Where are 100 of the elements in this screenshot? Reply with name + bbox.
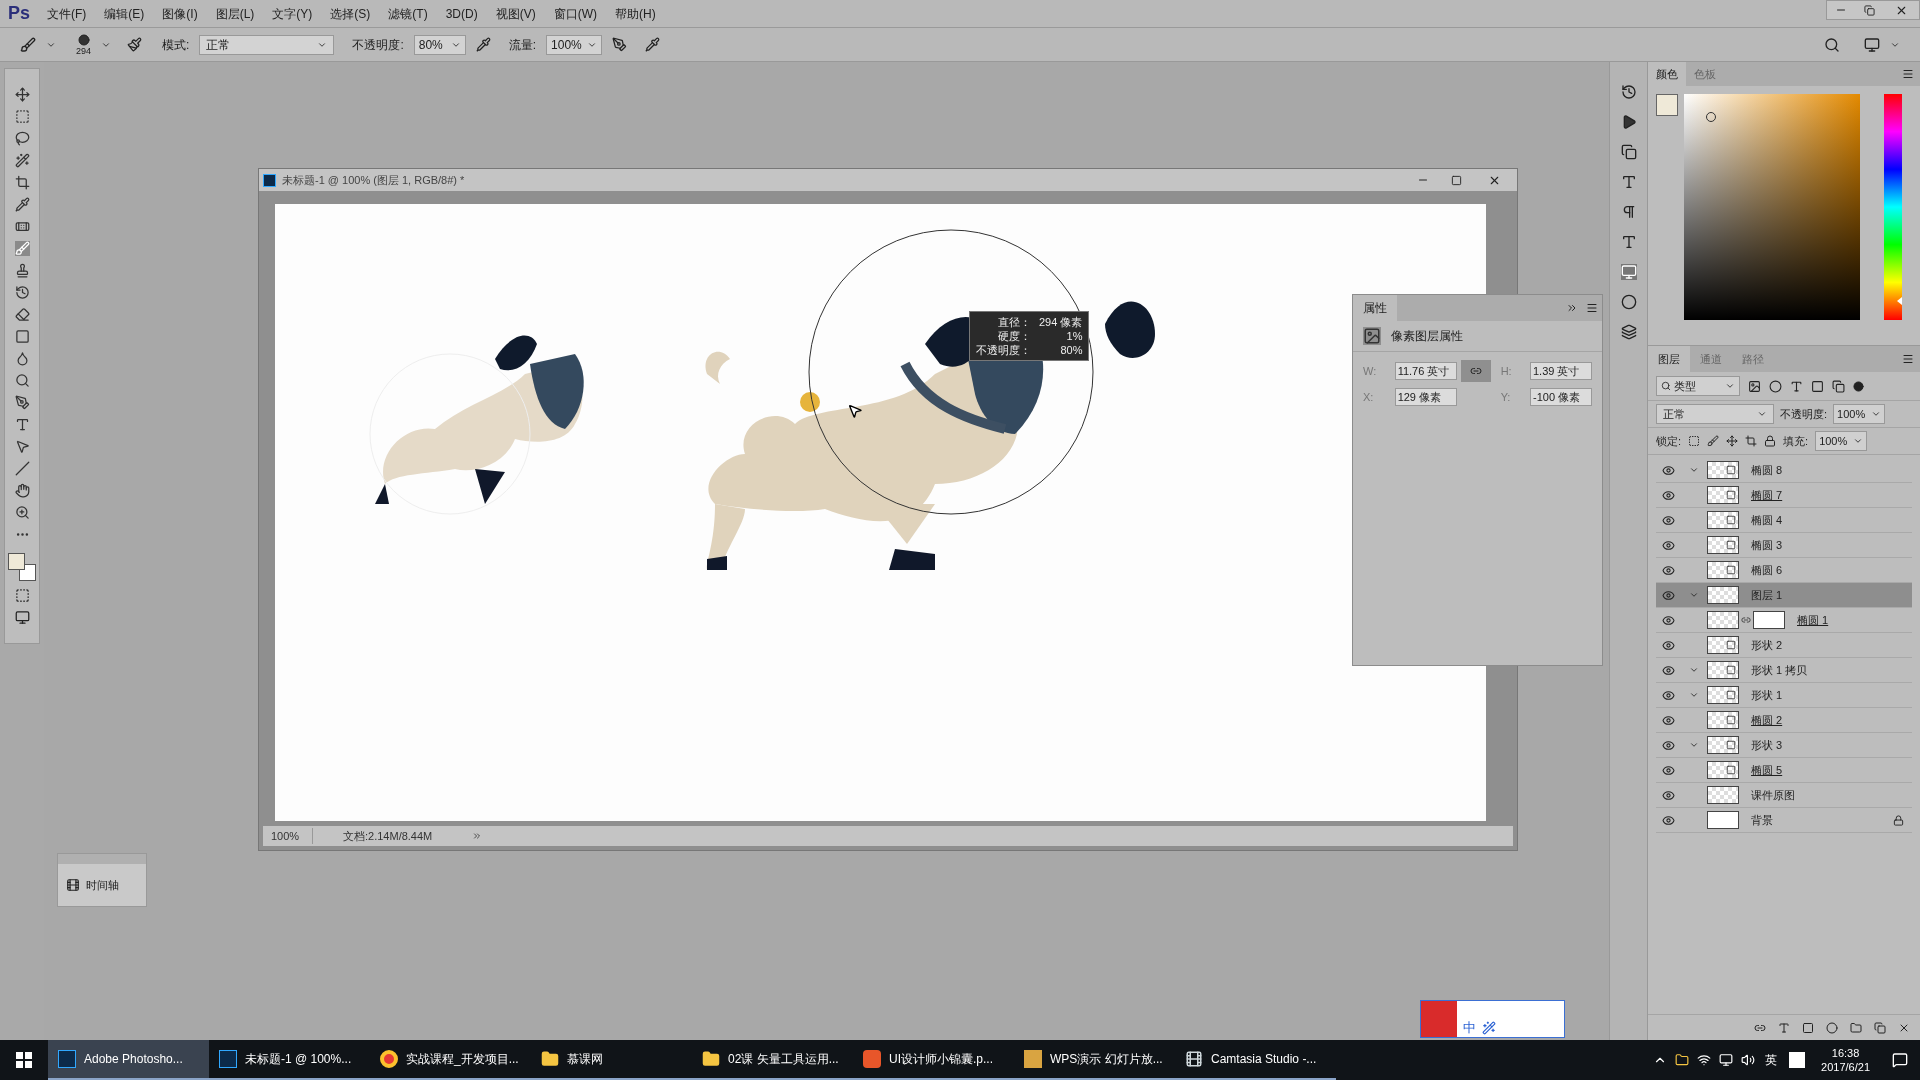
menu-item[interactable]: 图像(I) — [153, 4, 207, 23]
lock-pixels-icon[interactable] — [1688, 435, 1701, 447]
layer-row[interactable]: 椭圆 5 — [1656, 758, 1912, 783]
zoom-icon[interactable] — [14, 505, 30, 520]
menu-item[interactable]: 文字(Y) — [263, 4, 322, 23]
lasso-icon[interactable] — [14, 131, 30, 146]
notifications-icon[interactable] — [1892, 1052, 1908, 1068]
menu-item[interactable]: 编辑(E) — [95, 4, 154, 23]
layer-row[interactable]: 椭圆 3 — [1656, 533, 1912, 558]
link-icon[interactable] — [1460, 360, 1491, 382]
taskbar-item[interactable]: WPS演示 幻灯片放... — [1014, 1040, 1175, 1080]
visibility-icon[interactable] — [1662, 738, 1675, 752]
visibility-icon[interactable] — [1662, 788, 1675, 802]
styles-icon[interactable] — [1620, 324, 1637, 340]
eraser-icon[interactable] — [14, 307, 30, 322]
timeline-panel[interactable]: 时间轴 — [57, 853, 147, 907]
menu-item[interactable]: 视图(V) — [486, 4, 545, 23]
history-brush-icon[interactable] — [14, 285, 30, 300]
hue-slider-thumb[interactable] — [1897, 296, 1902, 305]
adjustment-icon[interactable] — [1769, 379, 1782, 393]
collapse-icon[interactable] — [1566, 302, 1578, 314]
crop-icon[interactable] — [14, 175, 30, 190]
volume-icon[interactable] — [1741, 1053, 1756, 1067]
visibility-icon[interactable] — [1662, 488, 1675, 502]
layer-row[interactable]: 形状 3 — [1656, 733, 1912, 758]
screen-mode-icon[interactable] — [14, 610, 30, 625]
input-field[interactable]: 11.76 英寸 — [1394, 362, 1457, 380]
visibility-icon[interactable] — [1662, 763, 1675, 777]
layer-row[interactable]: 形状 1 — [1656, 683, 1912, 708]
tray-app-icon[interactable] — [1719, 1053, 1734, 1067]
panel-menu-icon[interactable] — [1586, 302, 1598, 314]
taskbar-item[interactable]: 实战课程_开发项目... — [370, 1040, 531, 1080]
panel-tab[interactable]: 属性 — [1353, 295, 1397, 321]
taskbar-item[interactable]: Adobe Photosho... — [48, 1040, 209, 1080]
visibility-icon[interactable] — [1662, 513, 1675, 527]
layer-row[interactable]: 形状 2 — [1656, 633, 1912, 658]
layer-row[interactable]: 椭圆 6 — [1656, 558, 1912, 583]
brush-panel-icon[interactable] — [127, 37, 143, 52]
bandage-icon[interactable] — [14, 219, 30, 234]
layer-row[interactable]: 椭圆 1 — [1656, 608, 1912, 633]
text-icon[interactable] — [1790, 379, 1803, 393]
pen-icon[interactable] — [14, 395, 30, 410]
menu-item[interactable]: 3D(D) — [436, 4, 487, 23]
image-icon[interactable] — [1748, 379, 1761, 393]
pointer-icon[interactable] — [14, 439, 30, 454]
panel-tab[interactable]: 颜色 — [1648, 62, 1686, 86]
layer-row[interactable]: 椭圆 7 — [1656, 483, 1912, 508]
history-icon[interactable] — [1620, 84, 1637, 100]
tray-folder-icon[interactable] — [1675, 1053, 1690, 1067]
input-field[interactable]: 1.39 英寸 — [1530, 362, 1592, 380]
language-indicator[interactable]: 英 — [1765, 1051, 1778, 1069]
character-icon[interactable] — [1620, 174, 1637, 190]
taskbar-item[interactable]: UI设计师小锦囊.p... — [853, 1040, 1014, 1080]
ime-tools-icon[interactable] — [1482, 1021, 1496, 1035]
visibility-icon[interactable] — [1662, 463, 1675, 477]
visibility-icon[interactable] — [1662, 613, 1675, 627]
lock-icon[interactable] — [1764, 435, 1777, 447]
lock-paint-icon[interactable] — [1707, 435, 1720, 447]
menu-item[interactable]: 图层(L) — [206, 4, 264, 23]
ime-mode[interactable]: 中 — [1457, 1017, 1482, 1037]
network-icon[interactable] — [1697, 1053, 1712, 1067]
shape-icon[interactable] — [1811, 379, 1824, 393]
layer-row[interactable]: 椭圆 4 — [1656, 508, 1912, 533]
ime-icon[interactable] — [1789, 1052, 1806, 1068]
maximize-icon[interactable] — [1451, 174, 1462, 186]
mode-dropdown[interactable]: 正常 — [199, 34, 335, 55]
layer-row[interactable]: 图层 1 — [1656, 583, 1912, 608]
layer-row[interactable]: 形状 1 拷贝 — [1656, 658, 1912, 683]
brush-icon[interactable] — [20, 36, 36, 53]
opacity-field[interactable]: 80% — [413, 34, 466, 55]
opacity-field[interactable]: 100% — [1833, 404, 1886, 424]
input-field[interactable]: 129 像素 — [1394, 388, 1457, 406]
mask-icon[interactable] — [1802, 1021, 1814, 1034]
folder-icon[interactable] — [1850, 1021, 1862, 1034]
layer-row[interactable]: 椭圆 8 — [1656, 458, 1912, 483]
color-swatches[interactable] — [8, 553, 36, 581]
menu-item[interactable]: 滤镜(T) — [379, 4, 437, 23]
search-icon[interactable] — [1824, 36, 1840, 53]
visibility-icon[interactable] — [1662, 538, 1675, 552]
menu-item[interactable]: 窗口(W) — [544, 4, 606, 23]
taskbar-item[interactable]: 慕课网 — [531, 1040, 692, 1080]
filter-toggle-icon[interactable] — [1853, 380, 1864, 392]
filter-dropdown[interactable]: 类型 — [1656, 376, 1740, 396]
lock-position-icon[interactable] — [1726, 435, 1739, 447]
visibility-icon[interactable] — [1662, 688, 1675, 702]
menu-item[interactable]: 文件(F) — [38, 4, 96, 23]
layer-row[interactable]: 背景 — [1656, 808, 1912, 833]
adjustments-icon[interactable] — [1620, 294, 1637, 310]
fill-field[interactable]: 100% — [1815, 431, 1868, 451]
taskbar-item[interactable]: Camtasia Studio -... — [1175, 1040, 1336, 1080]
blend-mode-dropdown[interactable]: 正常 — [1656, 404, 1774, 424]
marquee-icon[interactable] — [14, 109, 30, 124]
menu-item[interactable]: 选择(S) — [321, 4, 380, 23]
stamp-icon[interactable] — [14, 263, 30, 278]
move-icon[interactable] — [14, 87, 30, 102]
eyedropper-icon[interactable] — [14, 197, 30, 212]
zoom-field[interactable]: 100% — [263, 827, 313, 845]
panel-menu-icon[interactable] — [1902, 353, 1914, 365]
visibility-icon[interactable] — [1662, 813, 1675, 827]
hand-icon[interactable] — [14, 483, 30, 498]
